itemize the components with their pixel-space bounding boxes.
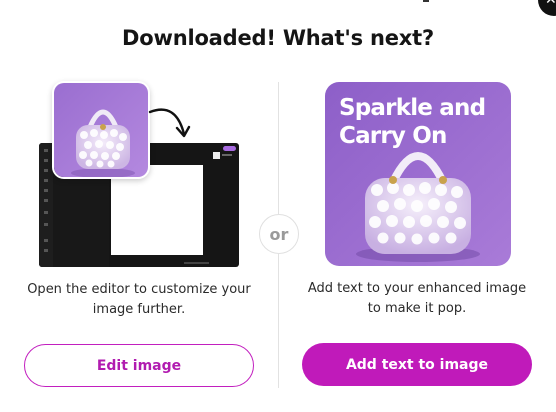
add-text-button[interactable]: Add text to image — [302, 343, 532, 386]
editor-swatch-mock — [213, 152, 220, 159]
top-edge-mark — [423, 0, 429, 2]
close-icon: ✕ — [545, 0, 556, 8]
editor-toolbar-mock — [39, 143, 53, 267]
dialog-title: Downloaded! What's next? — [122, 26, 434, 50]
pearl-handbag-image — [54, 83, 148, 177]
close-button[interactable]: ✕ — [538, 0, 556, 16]
download-complete-dialog: ✕ Downloaded! What's next? Open the edit… — [0, 0, 556, 412]
overlay-line-2: Carry On — [339, 123, 447, 149]
editor-footer-mock — [184, 262, 209, 264]
divider-line-bottom — [278, 254, 279, 388]
product-thumbnail — [52, 81, 150, 179]
add-text-option-description: Add text to your enhanced image to make … — [307, 281, 527, 316]
text-overlay-preview: Sparkle and Carry On — [325, 82, 511, 266]
editor-export-pill-mock — [223, 146, 236, 151]
editor-bar-mock — [222, 154, 232, 156]
overlay-headline: Sparkle and Carry On — [339, 94, 486, 150]
edit-option-description: Open the editor to customize your image … — [27, 282, 251, 317]
edit-image-button[interactable]: Edit image — [24, 344, 254, 387]
or-separator: or — [259, 214, 299, 254]
curved-arrow-icon — [148, 108, 191, 138]
overlay-line-1: Sparkle and — [339, 95, 486, 121]
divider-line-top — [278, 82, 279, 214]
